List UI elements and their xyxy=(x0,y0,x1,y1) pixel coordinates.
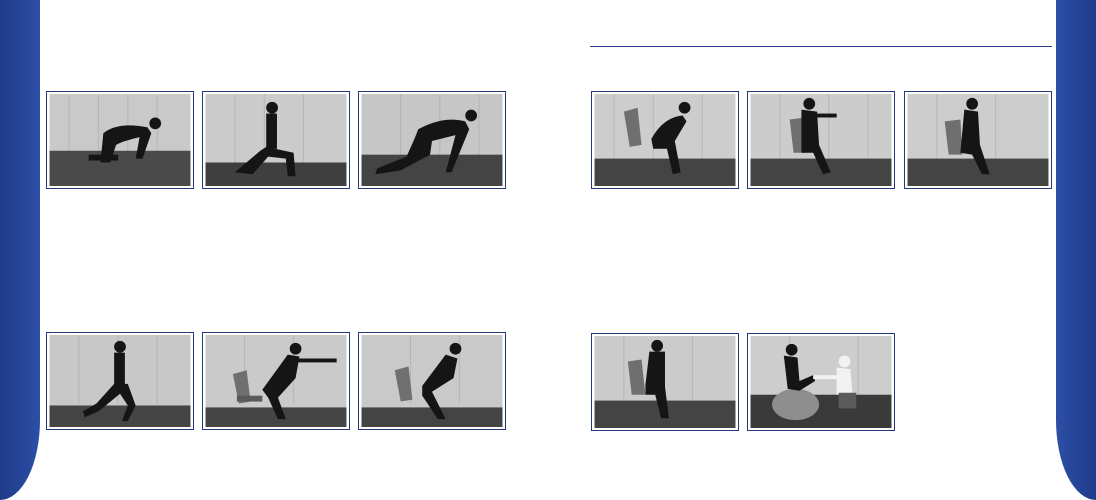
left-page-edge-band xyxy=(0,0,40,500)
exercise-photo-seated-upright xyxy=(591,333,739,431)
exercise-photo-therapy-ball-assisted xyxy=(747,333,895,431)
seated-forward-bend-photo-icon xyxy=(594,94,736,186)
exercise-photo-seated-twist xyxy=(747,91,895,189)
exercise-photo-seated-side-twist xyxy=(904,91,1052,189)
exercise-photo-chair-squat xyxy=(358,332,506,430)
exercise-photo-chair-squat-arms xyxy=(202,332,350,430)
exercise-photo-lunge-reach xyxy=(358,91,506,189)
chair-squat-arms-photo-icon xyxy=(205,335,347,427)
right-page-edge-band xyxy=(1056,0,1096,500)
standing-lunge-photo-icon xyxy=(49,335,191,427)
therapy-ball-assisted-photo-icon xyxy=(750,336,892,428)
exercise-photo-standing-lunge xyxy=(46,332,194,430)
chair-squat-photo-icon xyxy=(361,335,503,427)
header-rule xyxy=(590,46,1052,47)
exercise-photo-kneeling-reach xyxy=(46,91,194,189)
seated-side-twist-photo-icon xyxy=(907,94,1049,186)
lunge-reach-photo-icon xyxy=(361,94,503,186)
exercise-photo-half-kneel xyxy=(202,91,350,189)
seated-twist-photo-icon xyxy=(750,94,892,186)
exercise-photo-seated-forward-bend xyxy=(591,91,739,189)
half-kneel-photo-icon xyxy=(205,94,347,186)
seated-upright-photo-icon xyxy=(594,336,736,428)
kneeling-reach-photo-icon xyxy=(49,94,191,186)
